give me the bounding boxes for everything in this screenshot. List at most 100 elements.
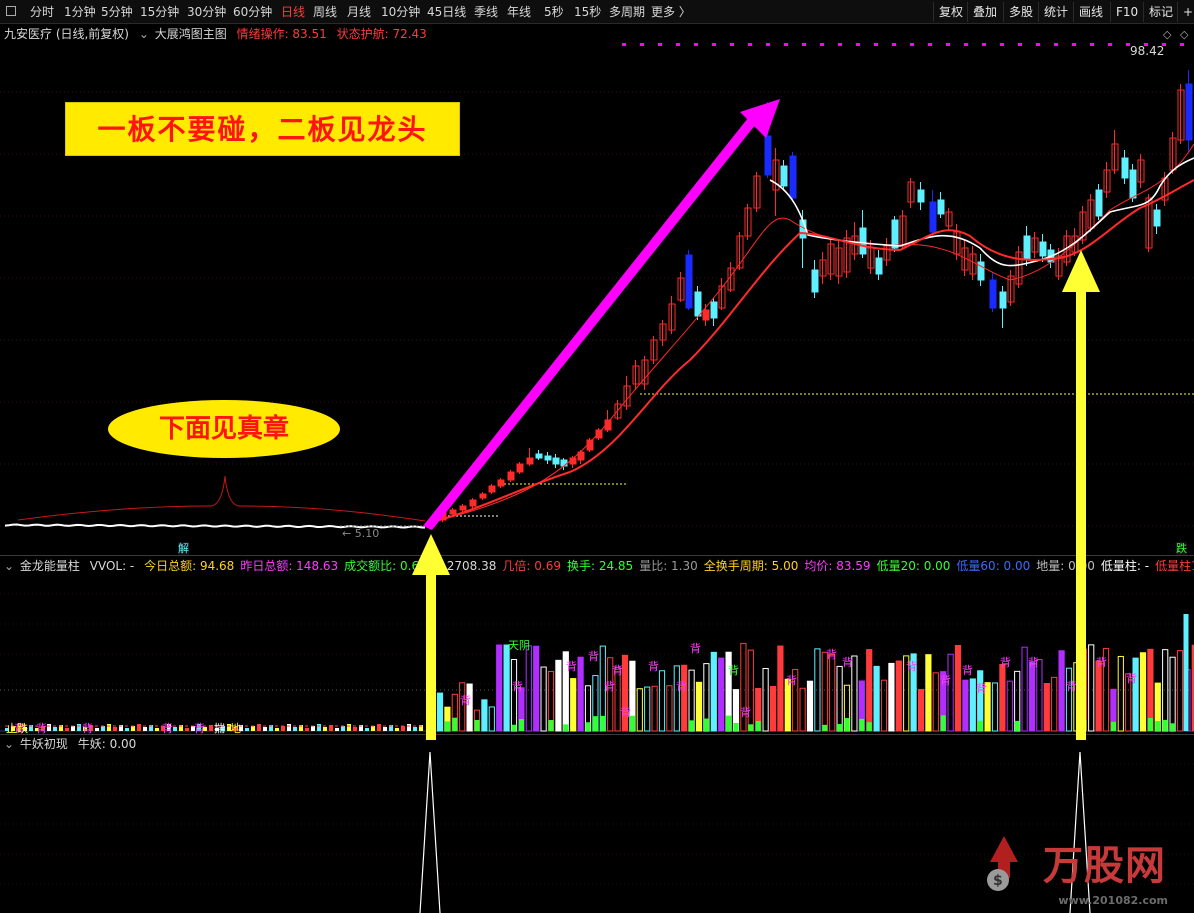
sidebar-toggle-icon[interactable] [6, 6, 16, 16]
candle-body [780, 165, 788, 187]
period-tab-2[interactable]: 5分钟 [101, 4, 133, 20]
volume-bar [263, 727, 267, 731]
volume-bar [47, 724, 51, 731]
period-tab-5[interactable]: 60分钟 [233, 4, 272, 20]
period-tab-7[interactable]: 周线 [313, 4, 337, 20]
toolbar-button-6[interactable]: 标记 [1143, 2, 1178, 22]
indicator-toggle-icon[interactable]: ⌄ [139, 27, 149, 41]
tag-bei: 背 [1126, 671, 1137, 685]
stock-label: 九安医疗 (日线,前复权) [4, 27, 129, 41]
svg-text:$: $ [993, 873, 1003, 889]
candle-body [449, 509, 457, 515]
period-tab-9[interactable]: 10分钟 [381, 4, 420, 20]
period-tab-11[interactable]: 季线 [474, 4, 498, 20]
volume-bar [107, 724, 111, 731]
period-tab-8[interactable]: 月线 [347, 4, 371, 20]
toolbar-button-4[interactable]: 画线 [1073, 2, 1108, 22]
volume-bar [1176, 650, 1184, 732]
price-high-label: 98.42 [1130, 44, 1165, 58]
top-dot [802, 43, 806, 46]
signal-toggle-icon[interactable]: ⌄ [4, 737, 14, 751]
top-dot [694, 43, 698, 46]
toolbar-button-2[interactable]: 多股 [1003, 2, 1038, 22]
volume-bar-low [452, 717, 458, 731]
volume-bar [806, 680, 814, 732]
tag-bei: 背 [612, 663, 623, 677]
period-tab-1[interactable]: 1分钟 [64, 4, 96, 20]
toolbar-button-5[interactable]: F10 [1110, 2, 1143, 22]
volume-stat-9: 均价: 83.59 [804, 559, 871, 573]
period-tab-10[interactable]: 45日线 [427, 4, 466, 20]
volume-bar [293, 727, 297, 731]
volume-bar [365, 728, 369, 731]
volume-bar [644, 686, 651, 732]
volume-bar [305, 728, 309, 731]
volume-bar [383, 727, 387, 731]
volume-toggle-icon[interactable]: ⌄ [4, 559, 14, 573]
toolbar-button-1[interactable]: 叠加 [967, 2, 1002, 22]
candle-body [811, 269, 819, 293]
volume-bar-low [689, 720, 695, 731]
period-tab-13[interactable]: 5秒 [544, 4, 564, 20]
volume-bar-low [859, 718, 865, 731]
candle-body [764, 135, 772, 176]
candle-body [479, 493, 487, 499]
volume-bar [895, 660, 902, 732]
top-dot [820, 43, 824, 46]
period-tab-0[interactable]: 分时 [30, 4, 54, 20]
candle-body [789, 155, 797, 199]
toolbar-button-7[interactable]: +自 [1177, 2, 1194, 22]
indicator-name[interactable]: 大展鸿图主图 [155, 27, 227, 41]
period-tab-12[interactable]: 年线 [507, 4, 531, 20]
tag-bei: 背 [1000, 655, 1011, 669]
period-tab-14[interactable]: 15秒 [574, 4, 601, 20]
volume-bar-low [548, 720, 554, 731]
tag-bei: 背 [906, 659, 917, 673]
candle-body [859, 227, 867, 255]
volume-bar [880, 679, 888, 732]
volume-bar [466, 683, 473, 732]
tag-bei: 背 [786, 673, 797, 687]
metric-emotion: 情绪操作: 83.51 [236, 27, 327, 41]
period-tab-6[interactable]: 日线 [281, 4, 305, 20]
candle-body [1129, 169, 1137, 199]
toolbar-button-0[interactable]: 复权 [933, 2, 968, 22]
period-tab-16[interactable]: 更多 〉 [651, 4, 691, 20]
candle-body [544, 455, 552, 461]
volume-bar [488, 706, 495, 732]
tag-tianyin: 天阴 [508, 639, 530, 652]
volume-bar [377, 724, 381, 731]
volume-bar [969, 678, 976, 732]
volume-chart: 天阴背背背背背背背背背背背背背背背背背背背 背背背背背 背背背背背止跌揣地 [0, 593, 1194, 734]
tag-bei: 背 [1028, 655, 1039, 669]
volume-bar [1080, 648, 1087, 732]
volume-bar [540, 666, 547, 732]
volume-bar [503, 644, 510, 732]
top-dot [658, 43, 662, 46]
top-dot [1000, 43, 1004, 46]
period-tab-3[interactable]: 15分钟 [140, 4, 179, 20]
volume-bar [287, 724, 291, 731]
top-dot [1090, 43, 1094, 46]
volume-bar [251, 726, 255, 731]
signal-spike [419, 751, 441, 913]
watermark-logo-icon: $ [978, 832, 1030, 894]
volume-bar [1088, 644, 1095, 732]
volume-bar-low [755, 720, 761, 731]
volume-bar [1065, 667, 1073, 732]
volume-bar [131, 726, 135, 731]
volume-bar [137, 724, 141, 731]
period-tab-4[interactable]: 30分钟 [187, 4, 226, 20]
volume-bar [555, 659, 562, 732]
volume-stat-0: 今日总额: 94.68 [144, 559, 235, 573]
volume-bar [777, 645, 784, 732]
volume-stat-3: 量 [432, 559, 445, 573]
toolbar-button-3[interactable]: 统计 [1038, 2, 1073, 22]
tag-bei: 背 [940, 673, 951, 687]
volume-indicator-name[interactable]: 金龙能量柱 [20, 559, 80, 573]
signal-indicator-name[interactable]: 牛妖初现 [20, 737, 68, 751]
volume-bar [347, 724, 351, 731]
volume-bar-low [518, 719, 524, 731]
tag-jie: 解 [178, 542, 189, 555]
period-tab-15[interactable]: 多周期 [609, 4, 645, 20]
